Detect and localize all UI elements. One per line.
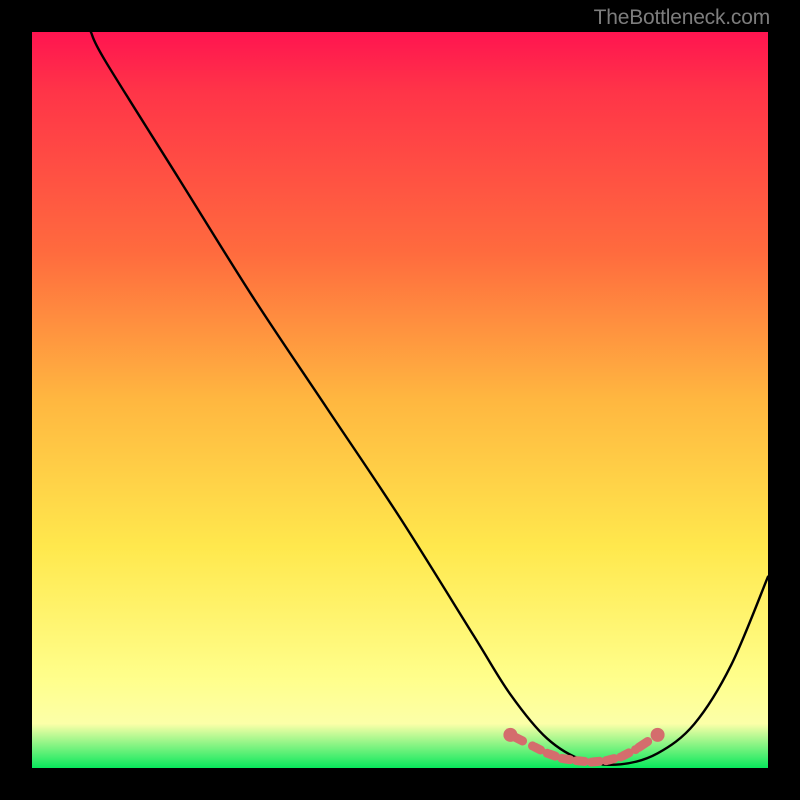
curve-svg [32, 32, 768, 768]
marker-endcap [651, 728, 665, 742]
plot-area [32, 32, 768, 768]
marker-dot [587, 758, 596, 767]
marker-dot [631, 745, 640, 754]
marker-dot [602, 756, 611, 765]
chart-frame: TheBottleneck.com [0, 0, 800, 800]
marker-segment [639, 742, 648, 748]
marker-dot [557, 754, 566, 763]
attribution-label: TheBottleneck.com [594, 6, 770, 30]
marker-dot [543, 749, 552, 758]
bottleneck-line [91, 32, 768, 765]
marker-dot [616, 752, 625, 761]
marker-dot [572, 756, 581, 765]
marker-endcap [503, 728, 517, 742]
marker-dot [528, 741, 537, 750]
